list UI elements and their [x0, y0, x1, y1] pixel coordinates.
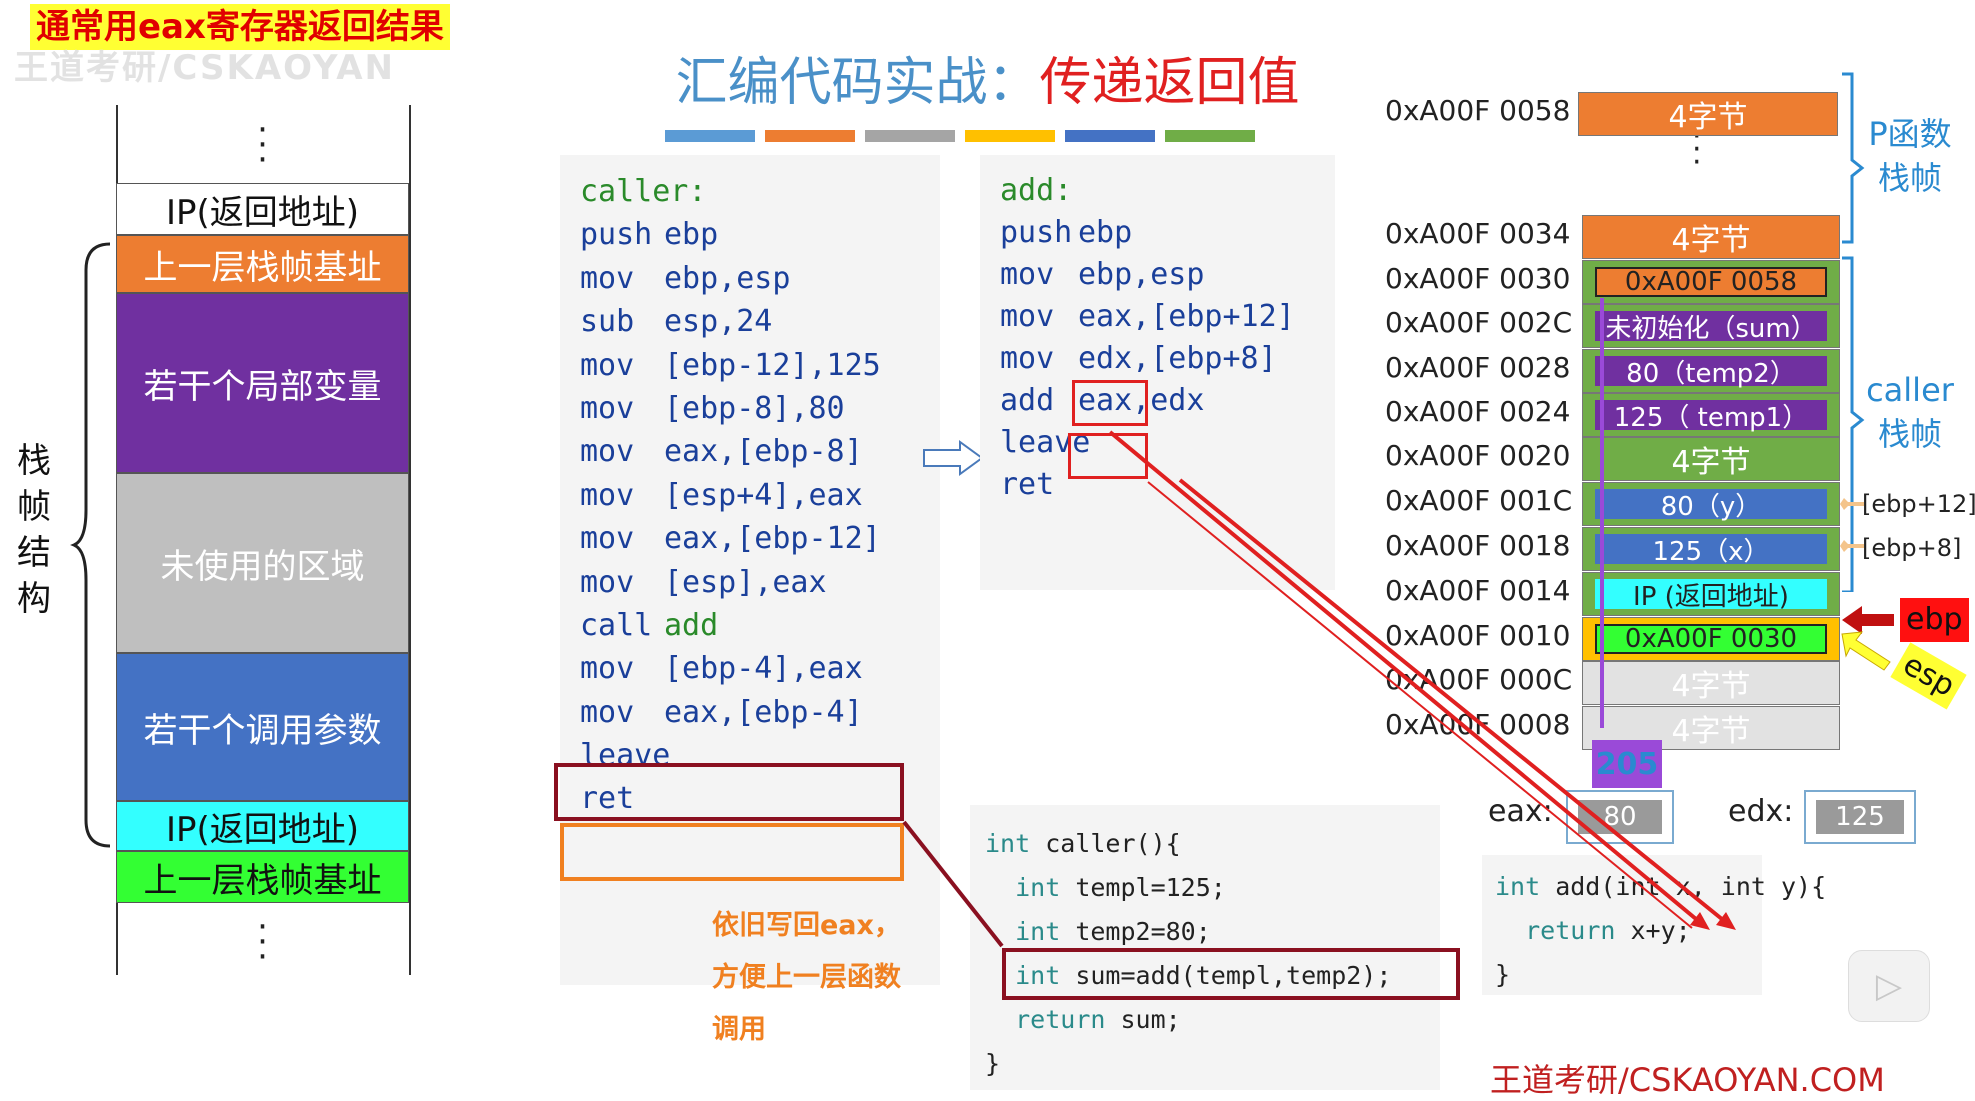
arrow-edx-to-x — [1108, 430, 1704, 926]
arrow-eax-to-x — [1147, 481, 1693, 929]
annotation-arrows — [902, 298, 1736, 948]
play-button[interactable]: ▷ — [1848, 950, 1930, 1022]
footer-brand: 王道考研/CSKAOYAN.COM — [1490, 1061, 1885, 1099]
arrow-eax-to-y — [1178, 478, 1730, 926]
arrow-store-to-sum — [902, 820, 1004, 948]
